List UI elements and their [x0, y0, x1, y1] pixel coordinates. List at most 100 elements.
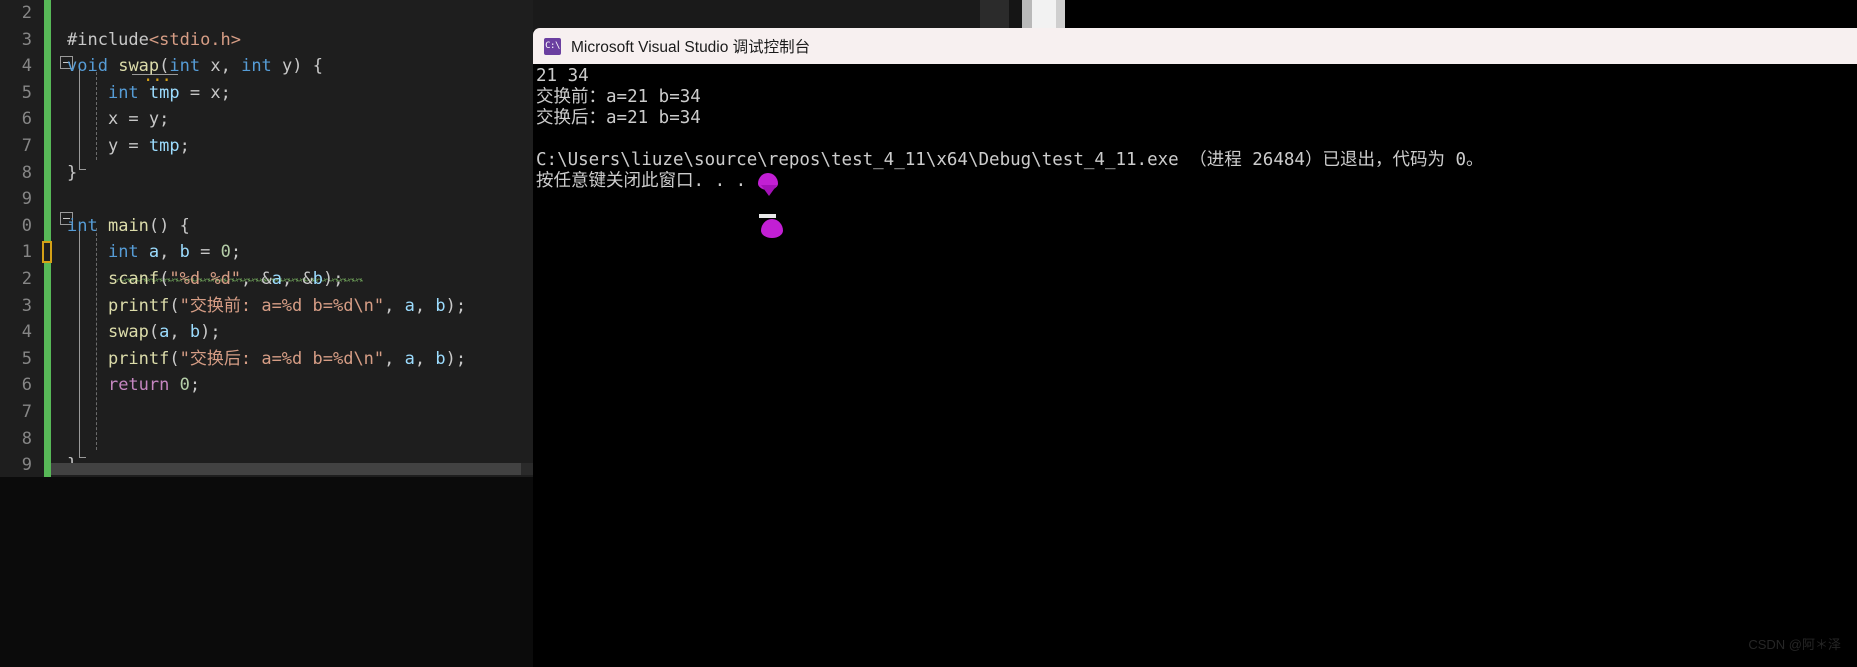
- strip-segment-g: [1065, 0, 1857, 30]
- code-token: a: [159, 322, 170, 343]
- console-title-text: Microsoft Visual Studio 调试控制台: [571, 39, 811, 56]
- code-text-area[interactable]: ... #include<stdio.h> void swap(int x, in…: [51, 0, 533, 477]
- console-title-bar[interactable]: C:\ Microsoft Visual Studio 调试控制台: [533, 28, 1857, 64]
- editor-scrollbar-thumb[interactable]: [51, 463, 521, 475]
- line-number: 8: [21, 162, 32, 183]
- code-line[interactable]: scanf("%d %d", &a, &b);: [51, 266, 344, 293]
- line-number: 7: [21, 136, 32, 156]
- console-output-line: 交换后：a=21 b=34: [536, 108, 701, 128]
- code-line[interactable]: [51, 186, 67, 213]
- code-line[interactable]: [51, 399, 67, 426]
- strip-segment-c: [1009, 0, 1022, 30]
- line-number: 4: [21, 56, 32, 77]
- code-line[interactable]: printf("交换前: a=%d b=%d\n", a, b);: [51, 293, 466, 320]
- code-token: swap: [107, 322, 149, 343]
- code-line[interactable]: [51, 0, 67, 27]
- code-token: , &: [241, 269, 272, 289]
- editor-gutter[interactable]: 2 3 4 5 6 7 8 9 0 1 2 3 4 5 6 7 8 9: [0, 0, 44, 477]
- console-window[interactable]: C:\ Microsoft Visual Studio 调试控制台 21 34 交…: [533, 28, 1857, 667]
- csdn-watermark: CSDN @阿＊泽: [1748, 637, 1841, 652]
- code-token: y) {: [271, 56, 323, 77]
- code-line[interactable]: int a, b = 0;: [51, 239, 241, 266]
- code-token: #include: [67, 29, 149, 50]
- editor-horizontal-scrollbar[interactable]: [51, 463, 533, 475]
- line-number: 4: [21, 322, 32, 343]
- block-bracket-swap-foot: [79, 169, 86, 170]
- code-token: );: [445, 348, 467, 369]
- line-number: 5: [21, 348, 32, 369]
- code-token: int: [107, 82, 139, 103]
- code-token: ;: [179, 136, 190, 156]
- code-token: = x;: [179, 82, 231, 103]
- code-token: ,: [159, 242, 180, 263]
- line-number: 5: [21, 82, 32, 103]
- code-token: <stdio.h>: [148, 29, 242, 50]
- code-token: 0: [220, 242, 231, 263]
- code-line[interactable]: y = tmp;: [51, 133, 190, 160]
- line-number: 3: [21, 29, 32, 50]
- code-token: b: [179, 242, 190, 263]
- code-token: "%d %d": [169, 269, 242, 289]
- line-number: 3: [21, 295, 32, 316]
- code-line[interactable]: swap(a, b);: [51, 319, 221, 346]
- line-number: 7: [21, 402, 32, 422]
- strip-segment-b: [980, 0, 1009, 30]
- code-token: a: [404, 295, 415, 316]
- code-token: x =: [67, 109, 149, 130]
- code-token: , &: [282, 269, 313, 289]
- code-token: int: [169, 56, 201, 77]
- code-token: printf: [107, 348, 170, 369]
- code-token: y: [148, 109, 160, 130]
- code-line[interactable]: int main() {: [51, 213, 190, 240]
- strip-segment-e: [1032, 0, 1056, 30]
- code-token: tmp: [148, 136, 180, 156]
- code-token: "交换前: a=%d b=%d\n": [179, 295, 385, 316]
- code-token: (: [159, 56, 170, 77]
- code-token: tmp: [148, 82, 180, 103]
- strip-segment-a: [533, 0, 980, 30]
- code-token: scanf: [107, 269, 160, 289]
- code-token: (: [148, 322, 160, 343]
- line-number: 9: [21, 455, 32, 476]
- code-line[interactable]: printf("交换后: a=%d b=%d\n", a, b);: [51, 346, 466, 373]
- code-token: =: [189, 242, 221, 263]
- code-token: }: [67, 162, 78, 183]
- line-number: 2: [21, 269, 32, 289]
- code-token: ;: [189, 375, 201, 396]
- code-token: ,: [414, 295, 436, 316]
- code-token: () {: [148, 215, 190, 236]
- code-editor[interactable]: 234567890123456789 ... #include<stdio.h>…: [0, 0, 533, 667]
- code-line[interactable]: }: [51, 160, 77, 187]
- console-app-icon: C:\: [544, 37, 561, 55]
- code-token: swap: [118, 56, 160, 77]
- change-indicator-bar: [44, 0, 51, 477]
- code-token: y =: [67, 136, 149, 156]
- code-line[interactable]: x = y;: [51, 106, 169, 133]
- strip-segment-d: [1022, 0, 1032, 30]
- background-top-strip: [533, 0, 1857, 30]
- bookmark-marker[interactable]: [42, 241, 52, 264]
- code-token: ,: [384, 348, 405, 369]
- code-token: b: [435, 348, 446, 369]
- line-number: 9: [21, 189, 32, 210]
- code-line[interactable]: int tmp = x;: [51, 80, 231, 107]
- code-token: b: [189, 322, 201, 343]
- code-token: );: [200, 322, 221, 343]
- code-token: );: [322, 269, 344, 289]
- code-line[interactable]: void swap(int x, int y) {: [51, 53, 323, 80]
- line-number: 2: [21, 3, 32, 23]
- code-line[interactable]: #include<stdio.h>: [51, 27, 241, 54]
- code-token: ;: [159, 109, 170, 130]
- code-token: b: [312, 269, 323, 289]
- code-line[interactable]: return 0;: [51, 372, 200, 399]
- code-line[interactable]: [51, 426, 67, 453]
- console-output-area[interactable]: 21 34 交换前：a=21 b=34 交换后：a=21 b=34 C:\Users\…: [533, 64, 1857, 667]
- code-token: 0: [179, 375, 190, 396]
